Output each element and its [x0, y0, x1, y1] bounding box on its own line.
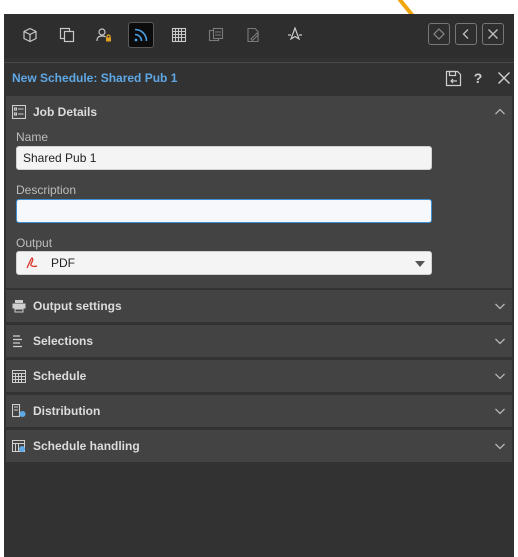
selections-label: Selections — [33, 334, 94, 348]
output-settings-label: Output settings — [33, 299, 122, 313]
copy-icon[interactable] — [54, 22, 80, 48]
schedule-panel: New Schedule: Shared Pub 1 ? Job Details… — [4, 14, 514, 557]
output-label: Output — [16, 236, 53, 250]
schedule-label: Schedule — [33, 369, 87, 383]
help-button[interactable]: ? — [471, 69, 485, 87]
document-edit-icon[interactable] — [240, 22, 266, 48]
distribution-label: Distribution — [33, 404, 101, 418]
panel-titlebar: New Schedule: Shared Pub 1 ? — [4, 62, 514, 95]
dropdown-caret-icon — [415, 261, 425, 267]
cube-icon[interactable] — [17, 22, 43, 48]
job-details-label: Job Details — [33, 105, 98, 119]
schedule-handling-label: Schedule handling — [33, 439, 140, 453]
calendar-gear-icon — [12, 440, 25, 452]
compass-icon[interactable] — [282, 22, 308, 48]
database-copy-icon[interactable] — [203, 22, 229, 48]
name-label: Name — [16, 130, 49, 144]
save-button[interactable] — [444, 69, 462, 87]
pdf-icon — [26, 257, 38, 269]
back-button[interactable] — [455, 23, 477, 45]
distribution-icon — [12, 404, 26, 418]
description-field[interactable] — [16, 199, 432, 223]
schedule-handling-section[interactable]: Schedule handling — [6, 430, 512, 462]
top-toolbar — [4, 14, 514, 58]
description-label: Description — [16, 183, 77, 197]
grid-icon[interactable] — [166, 22, 192, 48]
printer-icon — [12, 300, 26, 313]
schedule-section[interactable]: Schedule — [6, 360, 512, 392]
name-field[interactable]: Shared Pub 1 — [16, 146, 432, 170]
diamond-button[interactable] — [428, 23, 450, 45]
rss-icon[interactable] — [128, 22, 154, 48]
output-select[interactable]: PDF — [16, 251, 432, 275]
chevron-up-icon[interactable] — [494, 106, 506, 118]
panel-title: New Schedule: Shared Pub 1 — [12, 71, 178, 85]
chevron-down-icon[interactable] — [494, 440, 506, 452]
close-toolbar-button[interactable] — [482, 23, 504, 45]
user-lock-icon[interactable] — [91, 22, 117, 48]
calendar-icon — [12, 370, 26, 383]
output-value: PDF — [51, 256, 75, 270]
chevron-down-icon[interactable] — [494, 370, 506, 382]
form-icon — [12, 105, 26, 119]
job-details-section: Job Details Name Shared Pub 1 Descriptio… — [6, 96, 512, 288]
output-settings-section[interactable]: Output settings — [6, 290, 512, 322]
job-details-header[interactable]: Job Details — [6, 96, 512, 128]
chevron-down-icon[interactable] — [494, 300, 506, 312]
selections-section[interactable]: Selections — [6, 325, 512, 357]
list-icon — [13, 335, 22, 348]
chevron-down-icon[interactable] — [494, 405, 506, 417]
chevron-down-icon[interactable] — [494, 335, 506, 347]
distribution-section[interactable]: Distribution — [6, 395, 512, 427]
close-panel-button[interactable] — [496, 69, 512, 87]
